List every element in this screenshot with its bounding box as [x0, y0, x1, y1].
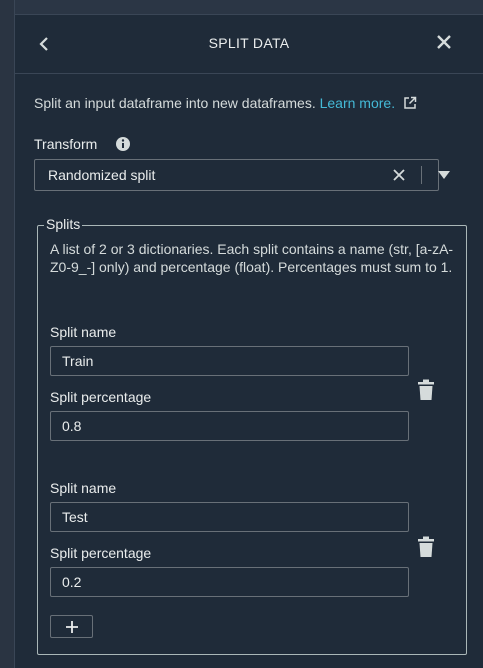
- caret-down-icon[interactable]: [437, 170, 451, 180]
- trash-icon[interactable]: [417, 379, 435, 401]
- split-percentage-label: Split percentage: [50, 389, 152, 405]
- panel-description: Split an input dataframe into new datafr…: [34, 95, 417, 111]
- panel-header: SPLIT DATA: [15, 15, 483, 74]
- split-percentage-label: Split percentage: [50, 545, 152, 561]
- split-data-panel: SPLIT DATA Split an input dataframe into…: [15, 15, 483, 668]
- description-text: Split an input dataframe into new datafr…: [34, 95, 316, 111]
- trash-icon[interactable]: [417, 536, 435, 558]
- split-name-label: Split name: [50, 324, 117, 340]
- top-edge: [0, 0, 483, 15]
- external-link-icon[interactable]: [403, 96, 417, 110]
- split-percentage-input[interactable]: [50, 411, 409, 441]
- split-name-label: Split name: [50, 480, 117, 496]
- transform-selected-value: Randomized split: [48, 167, 156, 183]
- splits-description: A list of 2 or 3 dictionaries. Each spli…: [50, 241, 454, 275]
- panel-title: SPLIT DATA: [208, 35, 290, 51]
- splits-legend: Splits: [44, 216, 83, 232]
- plus-icon: [65, 620, 78, 633]
- info-icon[interactable]: [115, 136, 131, 152]
- split-name-input[interactable]: [50, 502, 409, 532]
- close-icon: [437, 35, 451, 49]
- split-name-input[interactable]: [50, 346, 409, 376]
- split-percentage-input[interactable]: [50, 567, 409, 597]
- learn-more-link[interactable]: Learn more.: [320, 95, 395, 111]
- add-split-button[interactable]: [50, 615, 93, 638]
- transform-label: Transform: [34, 136, 98, 152]
- transform-select[interactable]: Randomized split: [34, 159, 450, 191]
- close-button[interactable]: [433, 31, 455, 53]
- clear-icon[interactable]: [391, 167, 407, 183]
- left-strip: [0, 0, 15, 668]
- select-divider: [421, 166, 422, 184]
